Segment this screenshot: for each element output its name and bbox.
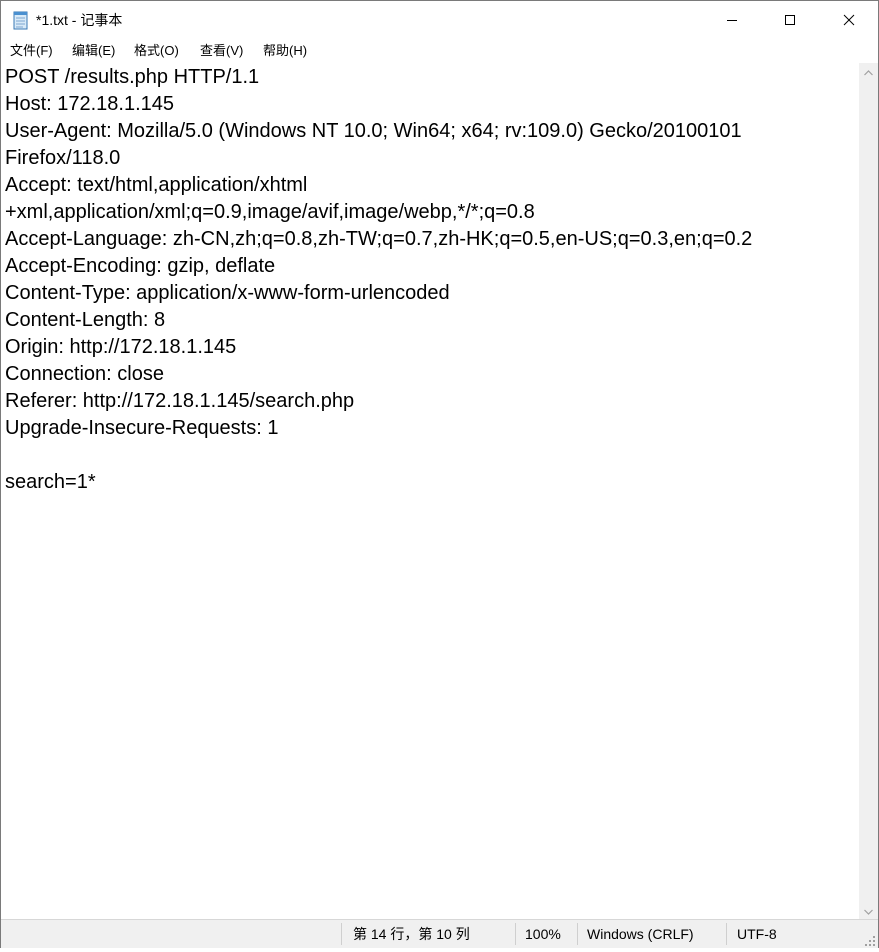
menu-file[interactable]: 文件(F) [8,42,55,60]
menu-help[interactable]: 帮助(H) [261,42,309,60]
text-line: POST /results.php HTTP/1.1 [5,66,260,88]
notepad-window: *1.txt - 记事本 文件(F) 编辑(E) 格式(O) 查看(V) 帮助(… [0,0,879,948]
text-line: Origin: http://172.18.1.145 [5,336,237,358]
menu-format[interactable]: 格式(O) [132,42,181,60]
status-separator [726,923,727,945]
menu-edit[interactable]: 编辑(E) [70,42,117,60]
title-bar[interactable]: *1.txt - 记事本 [1,1,878,39]
close-icon [843,14,855,26]
text-line: User-Agent: Mozilla/5.0 (Windows NT 10.0… [5,120,742,142]
minimize-icon [726,14,738,26]
scroll-up-button[interactable] [859,63,878,80]
text-line: Accept-Encoding: gzip, deflate [5,255,276,277]
resize-grip-icon[interactable] [864,934,876,946]
chevron-up-icon [864,63,873,81]
status-line-ending: Windows (CRLF) [587,926,694,942]
status-cursor-position: 第 14 行，第 10 列 [353,926,470,942]
text-line: Connection: close [5,363,164,385]
maximize-button[interactable] [761,1,819,39]
text-line: Content-Length: 8 [5,309,166,331]
text-line: Content-Type: application/x-www-form-url… [5,282,450,304]
text-line: Upgrade-Insecure-Requests: 1 [5,417,279,439]
text-line: Accept-Language: zh-CN,zh;q=0.8,zh-TW;q=… [5,228,753,250]
text-line: search=1* [5,471,96,493]
text-editor[interactable]: POST /results.php HTTP/1.1 Host: 172.18.… [1,63,859,918]
status-separator [341,923,342,945]
status-separator [515,923,516,945]
chevron-down-icon [864,902,873,920]
maximize-icon [784,14,796,26]
window-title: *1.txt - 记事本 [36,12,123,28]
vertical-scrollbar[interactable] [859,63,878,919]
text-line: Accept: text/html,application/xhtml [5,174,308,196]
close-button[interactable] [820,1,878,39]
status-zoom: 100% [525,926,561,942]
text-line: Host: 172.18.1.145 [5,93,175,115]
notepad-icon [12,10,30,30]
status-separator [577,923,578,945]
scroll-down-button[interactable] [859,902,878,919]
status-bar: 第 14 行，第 10 列 100% Windows (CRLF) UTF-8 [1,919,878,948]
status-encoding: UTF-8 [737,926,777,942]
text-line: Referer: http://172.18.1.145/search.php [5,390,355,412]
text-line: Firefox/118.0 [5,147,121,169]
text-line: +xml,application/xml;q=0.9,image/avif,im… [5,201,535,223]
minimize-button[interactable] [703,1,761,39]
menu-bar: 文件(F) 编辑(E) 格式(O) 查看(V) 帮助(H) [1,39,878,63]
menu-view[interactable]: 查看(V) [198,42,245,60]
